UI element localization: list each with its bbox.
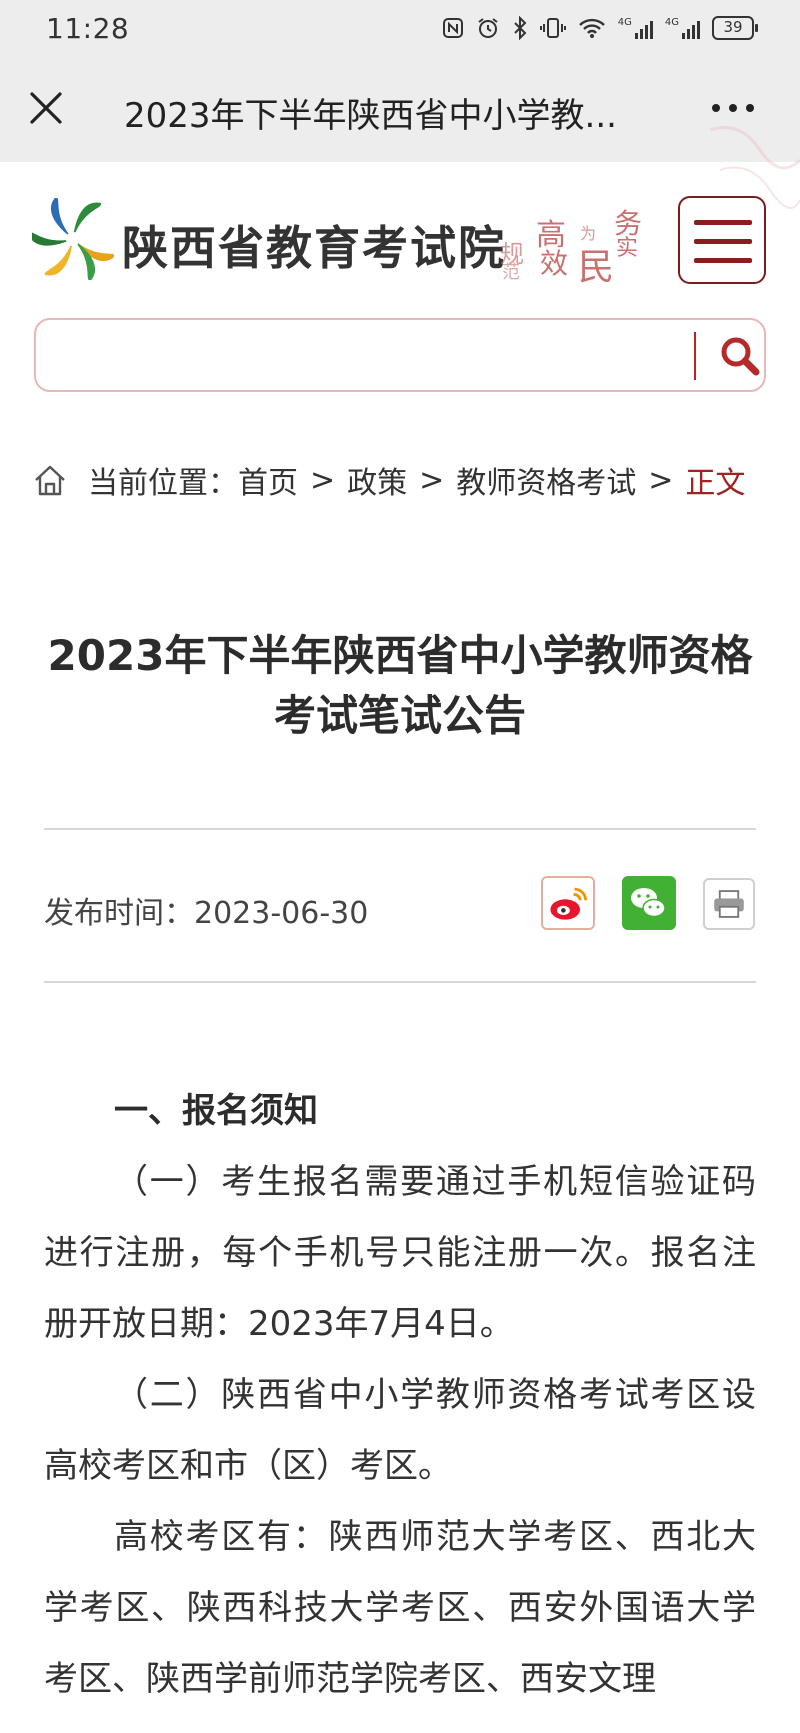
breadcrumb-separator: > bbox=[419, 462, 445, 498]
site-motto: 规 范 高 效 为 民 务 实 bbox=[500, 207, 643, 288]
print-icon[interactable] bbox=[703, 878, 755, 930]
title-bar: 2023年下半年陕西省中小学教... bbox=[0, 56, 800, 162]
breadcrumb: 当前位置： 首页 > 政策 > 教师资格考试 > 正文 bbox=[32, 458, 746, 502]
weibo-share-icon[interactable] bbox=[541, 876, 595, 930]
breadcrumb-teacher-exam[interactable]: 教师资格考试 bbox=[456, 458, 636, 502]
search-input[interactable] bbox=[52, 330, 712, 380]
site-header: 陕西省教育考试院 规 范 高 效 为 民 务 实 bbox=[0, 162, 800, 302]
alarm-icon bbox=[478, 18, 498, 38]
breadcrumb-separator: > bbox=[310, 462, 336, 498]
logo-icon[interactable] bbox=[32, 198, 114, 280]
breadcrumb-label: 当前位置： bbox=[88, 466, 238, 501]
paragraph: 高校考区有：陕西师范大学考区、西北大学考区、陕西科技大学考区、西安外国语大学考区… bbox=[44, 1517, 756, 1699]
nfc-icon bbox=[442, 18, 463, 38]
divider bbox=[44, 828, 756, 830]
status-icons: 4G 4G 39 bbox=[442, 14, 758, 42]
close-icon[interactable] bbox=[26, 88, 66, 128]
publish-label: 发布时间： bbox=[44, 896, 194, 931]
divider bbox=[44, 981, 756, 983]
paragraph: （二）陕西省中小学教师资格考试考区设高校考区和市（区）考区。 bbox=[44, 1375, 756, 1486]
search-icon[interactable] bbox=[716, 332, 764, 380]
decorative-pattern bbox=[709, 126, 800, 209]
battery-icon: 39 bbox=[712, 16, 758, 40]
bluetooth-icon bbox=[514, 16, 527, 40]
publish-info: 发布时间：2023-06-30 bbox=[44, 888, 368, 932]
signal-icon-2: 4G bbox=[665, 17, 700, 39]
more-options-button[interactable] bbox=[712, 96, 762, 120]
paragraph: （一）考生报名需要通过手机短信验证码进行注册，每个手机号只能注册一次。报名注册开… bbox=[44, 1162, 756, 1344]
status-time: 11:28 bbox=[46, 12, 130, 45]
signal-icon: 4G bbox=[618, 17, 653, 39]
wechat-share-icon[interactable] bbox=[622, 876, 676, 930]
wifi-icon bbox=[578, 18, 605, 38]
site-name: 陕西省教育考试院 bbox=[122, 221, 506, 275]
section-heading: 一、报名须知 bbox=[114, 1091, 318, 1131]
article-body: 一、报名须知 （一）考生报名需要通过手机短信验证码进行注册，每个手机号只能注册一… bbox=[44, 1076, 756, 1715]
breadcrumb-current: 正文 bbox=[685, 466, 746, 501]
breadcrumb-home[interactable]: 首页 bbox=[238, 458, 298, 502]
home-icon bbox=[35, 465, 65, 496]
status-bar: 11:28 4G 4G 39 bbox=[0, 0, 800, 56]
page-title: 2023年下半年陕西省中小学教... bbox=[124, 96, 617, 136]
publish-date: 2023-06-30 bbox=[194, 896, 369, 931]
article-title: 2023年下半年陕西省中小学教师资格考试笔试公告 bbox=[47, 631, 753, 740]
breadcrumb-policy[interactable]: 政策 bbox=[347, 458, 407, 502]
search-divider bbox=[694, 332, 696, 380]
breadcrumb-separator: > bbox=[648, 462, 674, 498]
vibrate-icon bbox=[539, 18, 566, 38]
search-bar bbox=[34, 318, 766, 392]
